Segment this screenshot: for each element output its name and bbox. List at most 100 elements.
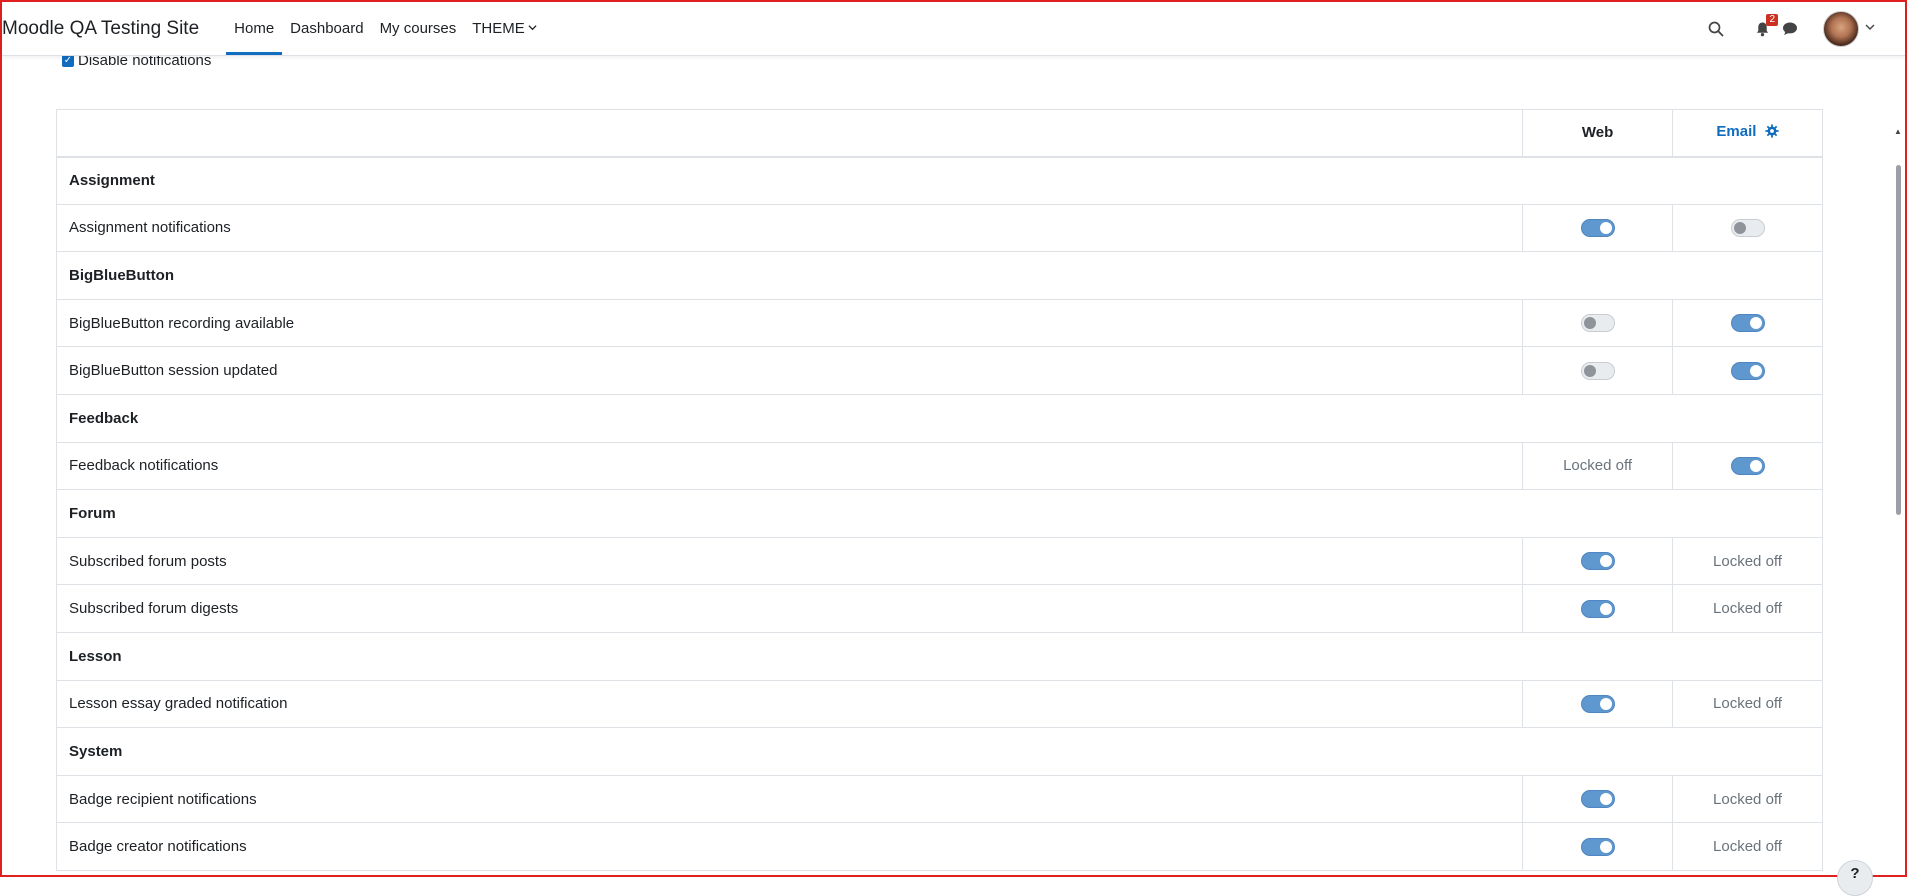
table-row: BigBlueButton session updated bbox=[55, 346, 1823, 395]
lesson-essay-graded-notification-web-cell bbox=[1522, 679, 1674, 729]
messages-icon[interactable] bbox=[1778, 17, 1802, 41]
assignment-notifications-web-cell bbox=[1522, 203, 1674, 253]
table-row: Badge creator notifications Locked off bbox=[55, 822, 1823, 871]
page-scrollbar[interactable]: ▲ bbox=[1893, 55, 1903, 875]
bigbluebutton-recording-available-email-cell bbox=[1672, 298, 1823, 348]
toggle-knob bbox=[1599, 602, 1612, 615]
bigbluebutton-session-updated-web-cell bbox=[1522, 346, 1674, 395]
nav-theme-label: THEME bbox=[472, 20, 525, 37]
scroll-up-arrow-icon[interactable]: ▲ bbox=[1894, 127, 1902, 136]
toggle-knob bbox=[1599, 221, 1612, 234]
section-title: Feedback bbox=[56, 393, 1823, 443]
notification-bell-icon[interactable]: 2 bbox=[1750, 13, 1778, 41]
toggle-knob bbox=[1599, 793, 1612, 806]
nav-home[interactable]: Home bbox=[226, 2, 283, 55]
row-label: Badge recipient notifications bbox=[55, 774, 1524, 824]
toggle-knob bbox=[1749, 459, 1762, 472]
table-row: Badge recipient notifications Locked off bbox=[55, 774, 1823, 824]
subscribed-forum-posts-email-locked-text: Locked off bbox=[1713, 552, 1782, 570]
header-email-label: Email bbox=[1716, 123, 1757, 141]
chevron-down-icon bbox=[528, 23, 537, 35]
bigbluebutton-session-updated-email-cell bbox=[1672, 346, 1823, 395]
bigbluebutton-recording-available-email-toggle[interactable] bbox=[1730, 314, 1765, 333]
subscribed-forum-posts-email-cell: Locked off bbox=[1672, 536, 1823, 586]
lesson-essay-graded-notification-email-cell: Locked off bbox=[1672, 679, 1823, 729]
toggle-knob bbox=[1599, 840, 1612, 853]
toggle-knob bbox=[1599, 697, 1612, 710]
table-row: Assignment notifications bbox=[55, 203, 1823, 253]
nav-theme-dropdown[interactable]: THEME bbox=[464, 2, 545, 55]
badge-creator-notifications-web-toggle[interactable] bbox=[1580, 837, 1615, 856]
notification-preferences-table: Web Email Assignment Assignment notificat… bbox=[55, 109, 1823, 871]
badge-recipient-notifications-email-locked-text: Locked off bbox=[1713, 790, 1782, 808]
bigbluebutton-session-updated-web-toggle[interactable] bbox=[1580, 361, 1615, 380]
lesson-essay-graded-notification-web-toggle[interactable] bbox=[1580, 694, 1615, 713]
section-title: Assignment bbox=[56, 156, 1823, 205]
notification-count-badge: 2 bbox=[1766, 13, 1778, 26]
site-brand[interactable]: Moodle QA Testing Site bbox=[2, 18, 199, 40]
subscribed-forum-digests-email-cell: Locked off bbox=[1672, 584, 1823, 633]
primary-navigation: Home Dashboard My courses THEME bbox=[226, 2, 545, 55]
header-email[interactable]: Email bbox=[1672, 109, 1823, 158]
table-row: Subscribed forum digests Locked off bbox=[55, 584, 1823, 633]
row-label: Badge creator notifications bbox=[55, 822, 1524, 871]
header-blank bbox=[55, 109, 1524, 158]
toggle-knob bbox=[1583, 364, 1596, 377]
row-label: Subscribed forum digests bbox=[55, 584, 1524, 633]
bigbluebutton-recording-available-web-cell bbox=[1522, 298, 1674, 348]
toggle-knob bbox=[1733, 221, 1746, 234]
user-avatar[interactable] bbox=[1823, 10, 1859, 47]
section-title: Lesson bbox=[56, 631, 1823, 681]
toggle-knob bbox=[1599, 555, 1612, 568]
assignment-notifications-email-toggle[interactable] bbox=[1730, 218, 1765, 237]
section-row-lesson: Lesson bbox=[56, 631, 1823, 681]
row-label: Subscribed forum posts bbox=[55, 536, 1524, 586]
disable-notifications-checkbox[interactable]: ✓ bbox=[62, 54, 74, 67]
table-body: Assignment Assignment notifications BigBlu… bbox=[55, 156, 1823, 871]
row-label: BigBlueButton recording available bbox=[55, 298, 1524, 348]
section-title: BigBlueButton bbox=[56, 251, 1823, 300]
table-row: Lesson essay graded notification Locked o… bbox=[55, 679, 1823, 729]
navbar-user-area: 2 bbox=[1704, 2, 1905, 55]
subscribed-forum-posts-web-toggle[interactable] bbox=[1580, 552, 1615, 571]
section-row-feedback: Feedback bbox=[56, 393, 1823, 443]
nav-dashboard[interactable]: Dashboard bbox=[282, 2, 371, 55]
assignment-notifications-web-toggle[interactable] bbox=[1580, 218, 1615, 237]
feedback-notifications-email-toggle[interactable] bbox=[1730, 456, 1765, 475]
toggle-knob bbox=[1749, 364, 1762, 377]
badge-creator-notifications-web-cell bbox=[1522, 822, 1674, 871]
badge-recipient-notifications-email-cell: Locked off bbox=[1672, 774, 1823, 824]
badge-creator-notifications-email-locked-text: Locked off bbox=[1713, 838, 1782, 856]
table-row: BigBlueButton recording available bbox=[55, 298, 1823, 348]
header-web: Web bbox=[1522, 109, 1674, 158]
section-row-system: System bbox=[56, 727, 1823, 776]
section-row-forum: Forum bbox=[56, 489, 1823, 538]
help-button[interactable]: ? bbox=[1837, 860, 1873, 896]
bigbluebutton-recording-available-web-toggle[interactable] bbox=[1580, 314, 1615, 333]
table-row: Feedback notifications Locked off bbox=[55, 441, 1823, 491]
subscribed-forum-digests-web-toggle[interactable] bbox=[1580, 599, 1615, 618]
top-navbar: Moodle QA Testing Site Home Dashboard My… bbox=[2, 2, 1905, 56]
section-row-bigbluebutton: BigBlueButton bbox=[56, 251, 1823, 300]
user-menu-chevron-icon[interactable] bbox=[1865, 22, 1875, 35]
feedback-notifications-web-locked-text: Locked off bbox=[1563, 457, 1633, 475]
subscribed-forum-digests-email-locked-text: Locked off bbox=[1713, 600, 1782, 618]
badge-creator-notifications-email-cell: Locked off bbox=[1672, 822, 1823, 871]
search-icon[interactable] bbox=[1704, 17, 1728, 41]
toggle-knob bbox=[1749, 317, 1762, 330]
table-header-row: Web Email bbox=[55, 109, 1823, 158]
badge-recipient-notifications-web-cell bbox=[1522, 774, 1674, 824]
lesson-essay-graded-notification-email-locked-text: Locked off bbox=[1713, 695, 1782, 713]
badge-recipient-notifications-web-toggle[interactable] bbox=[1580, 790, 1615, 809]
table-row: Subscribed forum posts Locked off bbox=[55, 536, 1823, 586]
subscribed-forum-posts-web-cell bbox=[1522, 536, 1674, 586]
scrollbar-thumb[interactable] bbox=[1896, 165, 1901, 515]
nav-my-courses[interactable]: My courses bbox=[372, 2, 465, 55]
gear-icon[interactable] bbox=[1765, 124, 1779, 142]
row-label: Lesson essay graded notification bbox=[55, 679, 1524, 729]
row-label: Assignment notifications bbox=[55, 203, 1524, 253]
row-label: BigBlueButton session updated bbox=[55, 346, 1524, 395]
toggle-knob bbox=[1583, 317, 1596, 330]
row-label: Feedback notifications bbox=[55, 441, 1524, 491]
bigbluebutton-session-updated-email-toggle[interactable] bbox=[1730, 361, 1765, 380]
